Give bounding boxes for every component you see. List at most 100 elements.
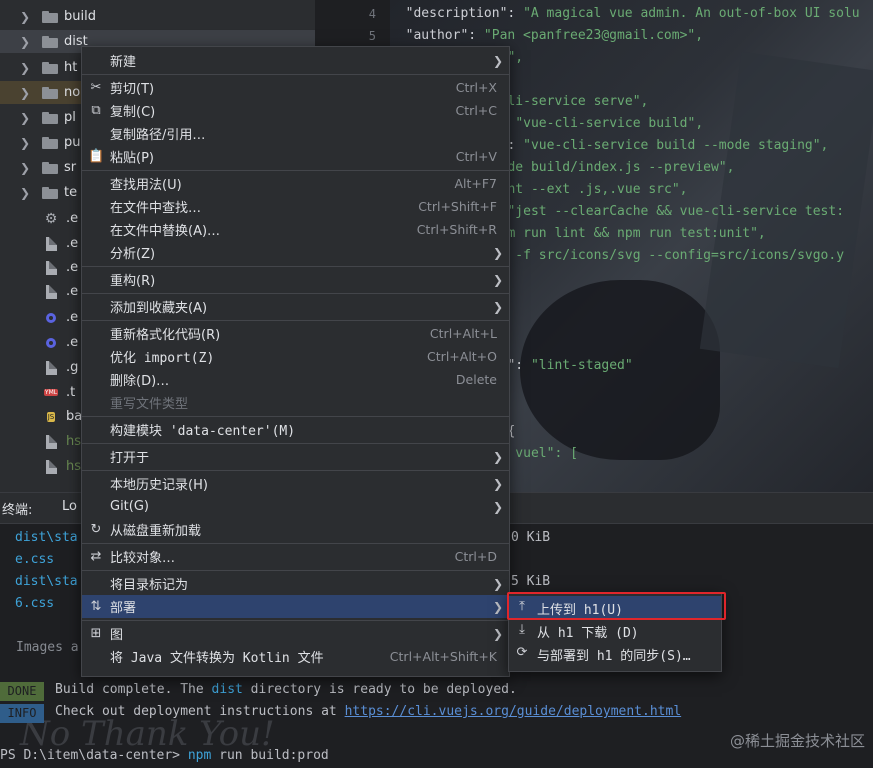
menu-item[interactable]: 在文件中查找… Ctrl+Shift+F xyxy=(82,195,509,218)
chevron-right-icon[interactable]: ❯ xyxy=(20,86,34,100)
folder-icon xyxy=(42,186,58,199)
menu-item[interactable]: 本地历史记录(H) ❯ xyxy=(82,472,509,495)
menu-item[interactable]: 删除(D)… Delete xyxy=(82,368,509,391)
menu-item[interactable]: Git(G) ❯ xyxy=(82,495,509,518)
folder-icon xyxy=(42,61,58,74)
terminal-prompt[interactable]: PS D:\item\data-center> npm run build:pr… xyxy=(0,748,329,763)
tree-item-label: build xyxy=(64,9,96,24)
tree-item-label: pu xyxy=(64,135,81,150)
menu-item-label: 新建 xyxy=(110,55,137,70)
menu-separator xyxy=(82,620,509,621)
menu-item-label: 复制路径/引用… xyxy=(110,128,206,143)
tree-folder[interactable]: ❯ build xyxy=(0,5,315,28)
menu-item[interactable]: 将目录标记为 ❯ xyxy=(82,572,509,595)
chevron-right-icon[interactable]: ❯ xyxy=(20,111,34,125)
menu-item[interactable]: 打开于 ❯ xyxy=(82,445,509,468)
menu-item-label: 分析(Z) xyxy=(110,247,156,262)
menu-item-label: 重构(R) xyxy=(110,274,156,289)
menu-item[interactable]: 分析(Z) ❯ xyxy=(82,241,509,264)
menu-item-label: 从磁盘重新加载 xyxy=(110,524,202,539)
menu-item[interactable]: ⧉ 复制(C) Ctrl+C xyxy=(82,99,509,122)
submenu-arrow-icon: ❯ xyxy=(492,272,503,287)
menu-item-label: 比较对象… xyxy=(110,551,176,566)
tree-item-label: te xyxy=(64,185,78,200)
sync-icon: ⟳ xyxy=(516,645,528,660)
tree-item-label: no xyxy=(64,85,81,100)
doc-file-icon xyxy=(44,236,58,252)
menu-separator xyxy=(82,74,509,75)
menu-item[interactable]: 查找用法(U) Alt+F7 xyxy=(82,172,509,195)
menu-icon: ⇄ xyxy=(90,549,102,564)
menu-item[interactable]: ↻ 从磁盘重新加载 xyxy=(82,518,509,541)
menu-item-label: 添加到收藏夹(A) xyxy=(110,301,208,316)
terminal-title: 终端: xyxy=(2,503,33,518)
submenu-item-label: 从 h1 下载 (D) xyxy=(537,626,639,641)
terminal-tab[interactable]: Lo xyxy=(62,499,77,514)
menu-item[interactable]: 将 Java 文件转换为 Kotlin 文件 Ctrl+Alt+Shift+K xyxy=(82,645,509,668)
tree-item-label: .e xyxy=(66,310,79,325)
menu-shortcut: Ctrl+X xyxy=(455,80,497,95)
menu-item[interactable]: ⇄ 比较对象… Ctrl+D xyxy=(82,545,509,568)
submenu-arrow-icon: ❯ xyxy=(492,53,503,68)
tree-item-label: .e xyxy=(66,284,79,299)
folder-icon xyxy=(42,10,58,23)
tree-item-label: ht xyxy=(64,60,78,75)
chevron-right-icon[interactable]: ❯ xyxy=(20,161,34,175)
submenu-item[interactable]: ⤓ 从 h1 下载 (D) xyxy=(509,619,721,642)
menu-item: 重写文件类型 xyxy=(82,391,509,414)
menu-item[interactable]: 重新格式化代码(R) Ctrl+Alt+L xyxy=(82,322,509,345)
tree-item-label: hs xyxy=(66,434,82,449)
menu-shortcut: Ctrl+Shift+F xyxy=(418,199,497,214)
chevron-right-icon[interactable]: ❯ xyxy=(20,61,34,75)
menu-item[interactable]: 在文件中替换(A)… Ctrl+Shift+R xyxy=(82,218,509,241)
menu-item[interactable]: 重构(R) ❯ xyxy=(82,268,509,291)
menu-item[interactable]: ✂ 剪切(T) Ctrl+X xyxy=(82,76,509,99)
menu-icon: ✂ xyxy=(90,80,102,95)
chevron-right-icon[interactable]: ❯ xyxy=(20,186,34,200)
menu-item[interactable]: 复制路径/引用… xyxy=(82,122,509,145)
menu-item[interactable]: 优化 import(Z) Ctrl+Alt+O xyxy=(82,345,509,368)
menu-separator xyxy=(82,170,509,171)
code-line: "description": "A magical vue admin. An … xyxy=(390,6,860,21)
code-line: ": "jest --clearCache && vue-cli-service… xyxy=(484,204,845,219)
menu-item[interactable]: 添加到收藏夹(A) ❯ xyxy=(82,295,509,318)
chevron-right-icon[interactable]: ❯ xyxy=(20,35,34,49)
menu-shortcut: Ctrl+Shift+R xyxy=(416,222,497,237)
menu-item-label: 剪切(T) xyxy=(110,82,155,97)
chevron-right-icon[interactable]: ❯ xyxy=(20,136,34,150)
menu-item[interactable]: ⇅ 部署 ❯ xyxy=(82,595,509,618)
build-output-size: 0 KiB xyxy=(511,530,551,545)
code-line: ge": "vue-cli-service build --mode stagi… xyxy=(484,138,829,153)
menu-item[interactable]: 📋 粘贴(P) Ctrl+V xyxy=(82,145,509,168)
submenu-arrow-icon: ❯ xyxy=(492,449,503,464)
menu-icon: 📋 xyxy=(88,149,105,164)
menu-item-label: 构建模块 'data-center'(M) xyxy=(110,424,296,439)
menu-icon: ⧉ xyxy=(91,103,101,118)
menu-item-label: 将 Java 文件转换为 Kotlin 文件 xyxy=(110,651,324,666)
tree-item-label: .e xyxy=(66,211,79,226)
done-badge: DONE xyxy=(0,682,44,701)
chevron-right-icon[interactable]: ❯ xyxy=(20,10,34,24)
menu-shortcut: Ctrl+C xyxy=(455,103,497,118)
menu-shortcut: Ctrl+V xyxy=(455,149,497,164)
menu-item[interactable]: 构建模块 'data-center'(M) xyxy=(82,418,509,441)
menu-item-label: 本地历史记录(H) xyxy=(110,478,208,493)
tree-item-label: .e xyxy=(66,335,79,350)
tree-item-label: .t xyxy=(66,385,76,400)
deployment-link[interactable]: https://cli.vuejs.org/guide/deployment.h… xyxy=(345,704,682,719)
menu-icon: ⇅ xyxy=(90,599,102,614)
tree-item-label: hs xyxy=(66,459,82,474)
menu-item-label: 在文件中查找… xyxy=(110,201,202,216)
context-menu[interactable]: 新建 ❯ ✂ 剪切(T) Ctrl+X ⧉ 复制(C) Ctrl+C 复制路径/引用… 📋 粘贴(P… xyxy=(81,46,510,677)
code-line: "author": "Pan <panfree23@gmail.com>", xyxy=(390,28,704,43)
menu-item[interactable]: 新建 ❯ xyxy=(82,49,509,72)
menu-separator xyxy=(82,266,509,267)
menu-item[interactable]: ⊞ 图 ❯ xyxy=(82,622,509,645)
menu-item-label: 图 xyxy=(110,628,124,643)
build-output-line: e.css xyxy=(15,552,55,567)
submenu-arrow-icon: ❯ xyxy=(492,499,503,514)
gear-file-icon: ⚙ xyxy=(44,210,58,227)
submenu-item[interactable]: ⟳ 与部署到 h1 的同步(S)… xyxy=(509,642,721,665)
tree-item-label: pl xyxy=(64,110,76,125)
menu-item-label: 打开于 xyxy=(110,451,150,466)
